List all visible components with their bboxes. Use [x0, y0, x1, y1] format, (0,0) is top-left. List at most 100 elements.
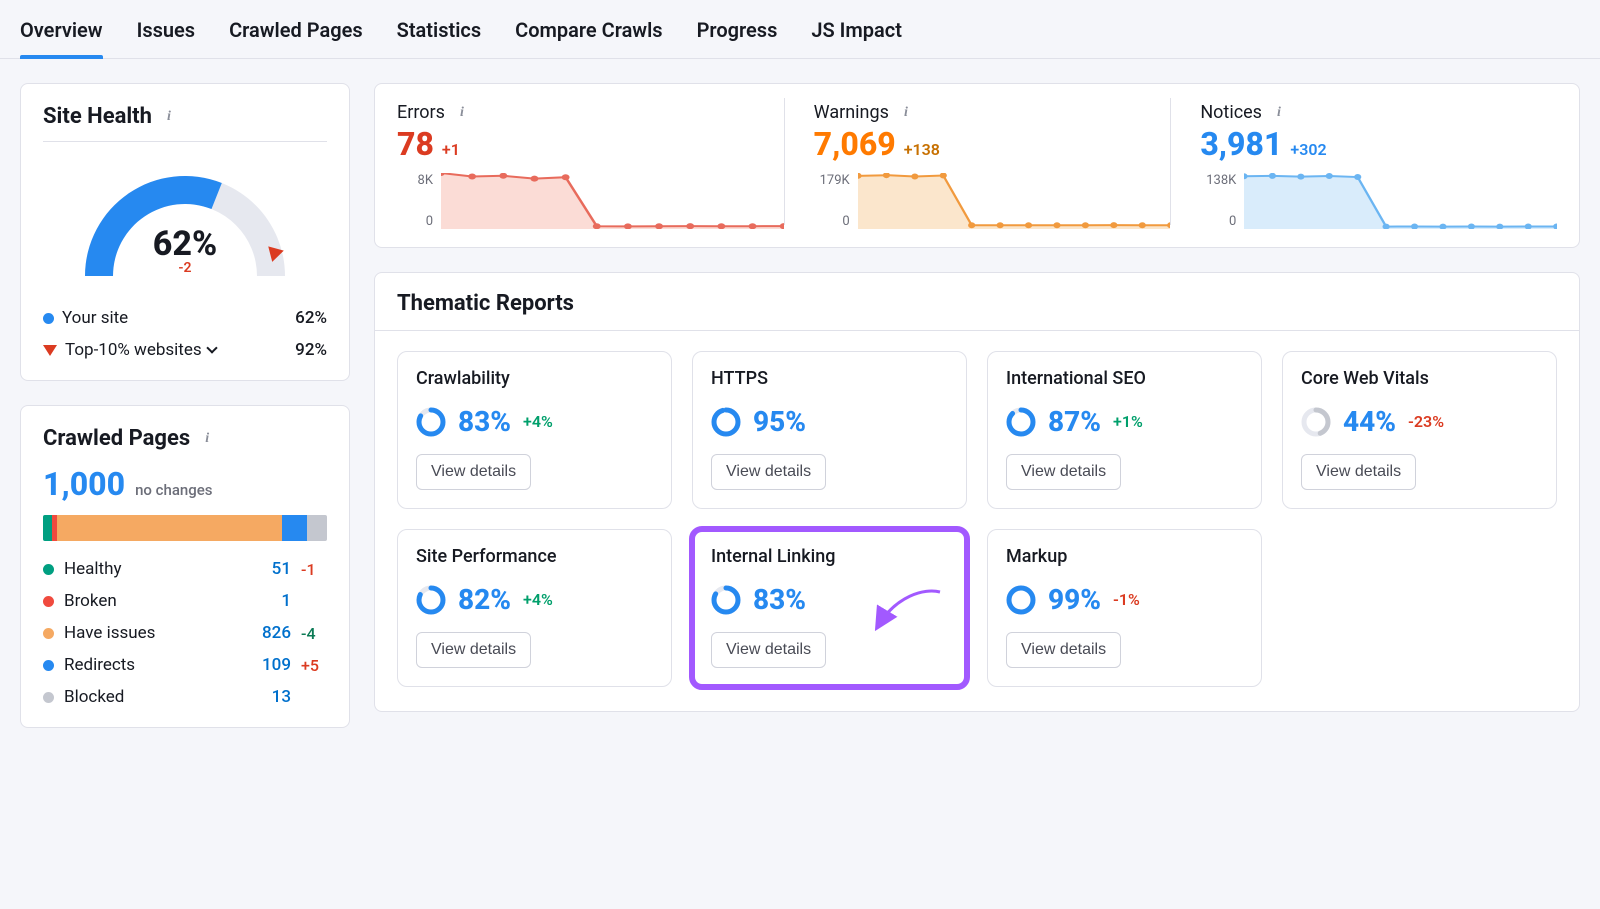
crawled-pages-row[interactable]: Redirects109+5 [43, 655, 327, 675]
tab-progress[interactable]: Progress [697, 18, 778, 58]
report-title: Crawlability [416, 368, 653, 389]
crawled-pages-total-value: 1,000 [43, 465, 125, 503]
report-score: 83% +4% [416, 405, 653, 438]
bar-segment [282, 515, 308, 541]
tab-issues[interactable]: Issues [137, 18, 196, 58]
report-title: Internal Linking [711, 546, 948, 567]
report-internal-linking: Internal Linking 83% View details [692, 529, 967, 687]
row-name: Redirects [64, 655, 243, 675]
report-https: HTTPS 95% View details [692, 351, 967, 509]
crawled-pages-row[interactable]: Healthy 51 -1 [43, 559, 327, 579]
tab-compare-crawls[interactable]: Compare Crawls [515, 18, 662, 58]
metric-title: Notices i [1200, 102, 1557, 123]
donut-icon [1301, 407, 1331, 437]
crawled-pages-row[interactable]: Blocked13 [43, 687, 327, 707]
bar-segment [57, 515, 281, 541]
caret-down-icon [43, 345, 57, 356]
crawled-pages-card: Crawled Pages i 1,000 no changes Healthy… [20, 405, 350, 728]
tab-statistics[interactable]: Statistics [397, 18, 482, 58]
tab-overview[interactable]: Overview [20, 18, 103, 58]
info-icon[interactable]: i [160, 108, 178, 126]
crawled-pages-total: 1,000 no changes [43, 465, 327, 503]
report-score: 87% +1% [1006, 405, 1243, 438]
donut-icon [711, 407, 741, 437]
sparkline-chart [858, 173, 1171, 229]
donut-icon [711, 585, 741, 615]
crawled-pages-row[interactable]: Broken1 [43, 591, 327, 611]
metric-value: 7,069 +138 [814, 125, 1171, 163]
tab-crawled-pages[interactable]: Crawled Pages [229, 18, 363, 58]
row-count: 51 [253, 559, 291, 579]
report-change: +1% [1113, 412, 1143, 431]
spark-axis: 8K0 [397, 173, 433, 229]
donut-icon [1006, 407, 1036, 437]
report-title: HTTPS [711, 368, 948, 389]
donut-icon [1006, 585, 1036, 615]
sparkline-chart [1244, 173, 1557, 229]
row-count: 826 [253, 623, 291, 643]
view-details-button[interactable]: View details [1006, 454, 1121, 490]
row-delta: +5 [301, 656, 327, 675]
info-icon[interactable]: i [198, 430, 216, 448]
site-health-title-text: Site Health [43, 104, 152, 129]
report-change: +4% [523, 412, 553, 431]
report-title: International SEO [1006, 368, 1243, 389]
crawled-pages-title: Crawled Pages [43, 426, 190, 451]
row-count: 13 [253, 687, 291, 707]
chevron-down-icon [206, 342, 217, 353]
bullet-icon [43, 692, 54, 703]
report-title: Markup [1006, 546, 1243, 567]
site-health-card: Site Health i 62% -2 Your site 62% Top-1… [20, 83, 350, 381]
thematic-reports-card: Thematic Reports Crawlability83% +4%View… [374, 272, 1580, 712]
legend-top10[interactable]: Top-10% websites 92% [43, 340, 327, 360]
info-icon[interactable]: i [453, 104, 471, 122]
metric-title: Errors i [397, 102, 784, 123]
report-score: 82% +4% [416, 583, 653, 616]
view-details-button[interactable]: View details [1006, 632, 1121, 668]
bullet-icon [43, 628, 54, 639]
view-details-button[interactable]: View details [416, 454, 531, 490]
bar-segment [43, 515, 52, 541]
metrics-card: Errors i78 +18K0Warnings i7,069 +138179K… [374, 83, 1580, 248]
info-icon[interactable]: i [1270, 104, 1288, 122]
metric-errors: Errors i78 +18K0 [397, 94, 784, 229]
crawled-pages-row[interactable]: Have issues826-4 [43, 623, 327, 643]
crawled-pages-total-sub: no changes [135, 481, 212, 499]
report-title: Site Performance [416, 546, 653, 567]
report-crawlability: Crawlability 83% +4% View details [397, 351, 672, 509]
info-icon[interactable]: i [897, 104, 915, 122]
report-score: 83% [711, 583, 948, 616]
view-details-button[interactable]: View details [1301, 454, 1416, 490]
metric-value: 3,981 +302 [1200, 125, 1557, 163]
legend-your-site: Your site 62% [43, 308, 327, 328]
report-score: 95% [711, 405, 948, 438]
donut-icon [416, 585, 446, 615]
donut-icon [416, 407, 446, 437]
view-details-button[interactable]: View details [416, 632, 531, 668]
spark-axis: 138K0 [1200, 173, 1236, 229]
bullet-icon [43, 313, 54, 324]
report-markup: Markup99% -1%View details [987, 529, 1262, 687]
row-name: Broken [64, 591, 243, 611]
gauge-change: -2 [43, 260, 327, 276]
bullet-icon [43, 660, 54, 671]
site-health-title: Site Health i [43, 104, 327, 142]
spark-axis: 179K0 [814, 173, 850, 229]
view-details-button[interactable]: View details [711, 632, 826, 668]
tab-js-impact[interactable]: JS Impact [811, 18, 902, 58]
sparkline-chart [441, 173, 784, 229]
legend-label: Top-10% websites [65, 340, 287, 360]
report-site-performance: Site Performance 82% +4% View details [397, 529, 672, 687]
site-health-gauge: 62% -2 [43, 156, 327, 286]
report-title: Core Web Vitals [1301, 368, 1538, 389]
row-name: Healthy [64, 559, 243, 579]
report-international-seo: International SEO 87% +1% View details [987, 351, 1262, 509]
nav-tabs: Overview Issues Crawled Pages Statistics Com… [0, 0, 1600, 59]
report-change: -23% [1408, 412, 1444, 431]
report-core-web-vitals: Core Web Vitals44% -23%View details [1282, 351, 1557, 509]
crawled-pages-bar [43, 515, 327, 541]
view-details-button[interactable]: View details [711, 454, 826, 490]
row-delta: -1 [301, 560, 327, 579]
report-change: +4% [523, 590, 553, 609]
legend-label: Your site [62, 308, 287, 328]
